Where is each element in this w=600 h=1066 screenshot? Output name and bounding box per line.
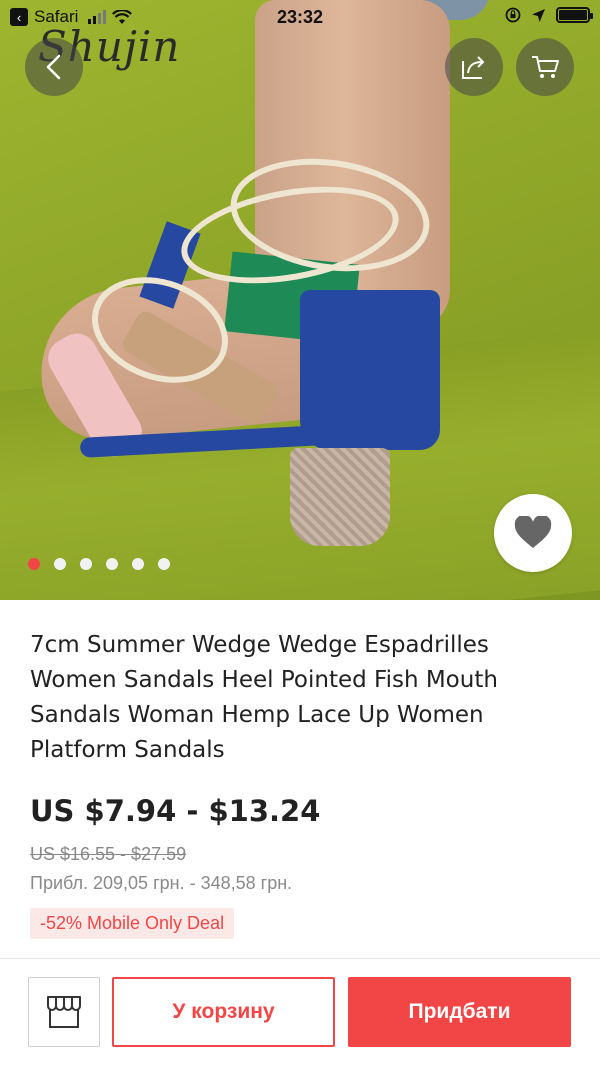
back-button[interactable] bbox=[25, 38, 83, 96]
product-info: 7cm Summer Wedge Wedge Espadrilles Women… bbox=[30, 628, 575, 939]
heart-icon bbox=[514, 516, 552, 548]
product-price: US $7.94 - $13.24 bbox=[30, 794, 321, 828]
location-icon bbox=[532, 8, 545, 22]
chevron-left-icon bbox=[46, 54, 61, 80]
image-heel bbox=[290, 448, 390, 546]
favorite-button[interactable] bbox=[494, 494, 572, 572]
status-right bbox=[505, 7, 593, 23]
deal-badge: -52% Mobile Only Deal bbox=[30, 908, 235, 939]
buy-now-button[interactable]: Придбати bbox=[348, 977, 571, 1047]
share-button[interactable] bbox=[445, 38, 503, 96]
add-to-cart-button[interactable]: У корзину bbox=[112, 977, 335, 1047]
gallery-pagination[interactable] bbox=[28, 558, 170, 570]
share-icon bbox=[462, 56, 485, 79]
divider bbox=[0, 958, 600, 959]
store-button[interactable] bbox=[28, 977, 100, 1047]
lock-rotation-icon bbox=[505, 7, 521, 23]
product-title: 7cm Summer Wedge Wedge Espadrilles Women… bbox=[30, 632, 498, 763]
store-icon bbox=[47, 996, 81, 1028]
battery-icon bbox=[556, 7, 593, 23]
original-price: US $16.55 - $27.59 bbox=[30, 844, 187, 864]
cart-icon bbox=[532, 56, 559, 78]
pagination-dot[interactable] bbox=[158, 558, 170, 570]
pagination-dot[interactable] bbox=[28, 558, 40, 570]
cart-button[interactable] bbox=[516, 38, 574, 96]
pagination-dot[interactable] bbox=[132, 558, 144, 570]
pagination-dot[interactable] bbox=[54, 558, 66, 570]
pagination-dot[interactable] bbox=[106, 558, 118, 570]
pagination-dot[interactable] bbox=[80, 558, 92, 570]
approx-local-price: Прибл. 209,05 грн. - 348,58 грн. bbox=[30, 873, 293, 893]
